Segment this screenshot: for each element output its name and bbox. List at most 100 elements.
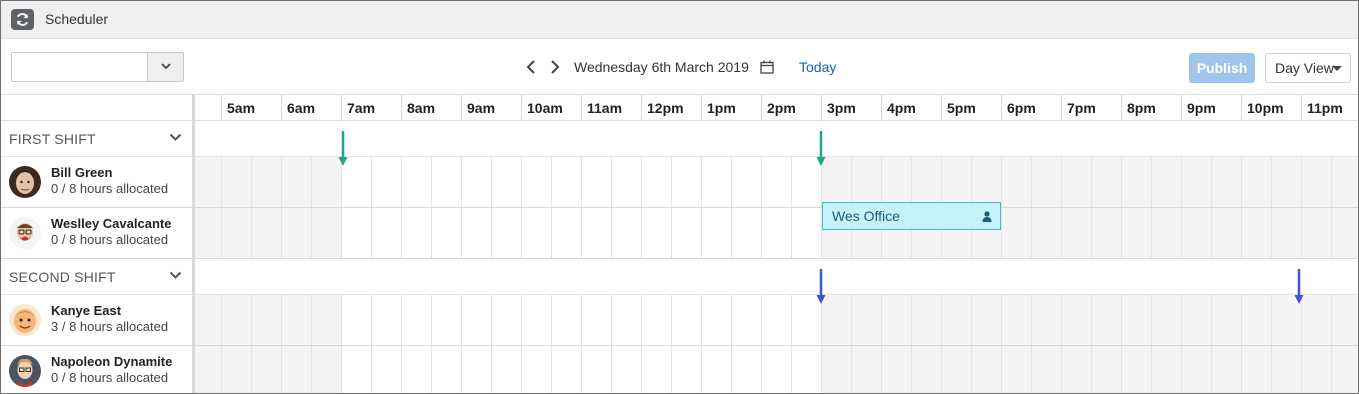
grid-line — [611, 346, 612, 393]
grid-line — [1121, 157, 1122, 207]
grid-line — [581, 295, 582, 345]
employee-name: Kanye East — [51, 303, 122, 318]
shift-group-row: SECOND SHIFT — [1, 259, 1358, 295]
grid-line — [761, 157, 762, 207]
today-button[interactable]: Today — [799, 59, 836, 75]
chevron-down-icon[interactable] — [169, 271, 182, 280]
hour-label: 8am — [407, 100, 436, 116]
shift-timeline[interactable] — [195, 259, 1358, 294]
hour-label: 5pm — [947, 100, 976, 116]
grid-line — [1091, 346, 1092, 393]
avatar — [9, 217, 41, 249]
schedule-grid: 5am 6am 7am 8am 9am 10am 11am 12pm 1pm 2pm 3pm 4pm 5… — [1, 94, 1358, 393]
toolbar: Wednesday 6th March 2019 Today Publish D… — [1, 39, 1358, 94]
chevron-down-icon[interactable] — [169, 133, 182, 142]
grid-line — [461, 346, 462, 393]
hour-divider — [581, 95, 582, 121]
employee-timeline[interactable] — [195, 157, 1358, 207]
grid-line — [251, 346, 252, 393]
grid-line — [461, 208, 462, 258]
shift-group-label: FIRST SHIFT — [9, 131, 96, 147]
grid-line — [1181, 208, 1182, 258]
grid-line — [311, 295, 312, 345]
off-hours-shade — [821, 295, 1358, 345]
assigned-shift-block[interactable]: Wes Office — [822, 202, 1001, 230]
chevron-down-icon[interactable] — [147, 53, 183, 81]
hour-label: 6pm — [1007, 100, 1036, 116]
grid-line — [791, 208, 792, 258]
hour-divider — [821, 95, 822, 121]
grid-line — [221, 295, 222, 345]
hour-label: 10pm — [1247, 100, 1284, 116]
grid-line — [491, 346, 492, 393]
grid-line — [761, 346, 762, 393]
grid-line — [1301, 208, 1302, 258]
grid-line — [821, 346, 822, 393]
hour-label: 2pm — [767, 100, 796, 116]
hour-divider — [1061, 95, 1062, 121]
hour-divider — [1121, 95, 1122, 121]
chevron-right-icon — [551, 60, 560, 74]
hour-divider — [221, 95, 222, 121]
avatar — [9, 166, 41, 198]
grid-line — [1001, 157, 1002, 207]
employee-timeline[interactable] — [195, 208, 1358, 258]
shift-block-label: Wes Office — [832, 208, 900, 224]
grid-line — [761, 295, 762, 345]
filter-select[interactable] — [11, 52, 184, 82]
shift-end-marker — [816, 131, 826, 166]
grid-line — [521, 295, 522, 345]
grid-line — [221, 157, 222, 207]
previous-day-button[interactable] — [525, 59, 537, 75]
next-day-button[interactable] — [549, 59, 561, 75]
grid-line — [611, 295, 612, 345]
grid-line — [611, 157, 612, 207]
user-icon — [982, 211, 992, 222]
shift-timeline[interactable] — [195, 121, 1358, 156]
grid-line — [1121, 346, 1122, 393]
off-hours-shade — [195, 295, 341, 345]
grid-line — [701, 157, 702, 207]
hour-divider — [521, 95, 522, 121]
view-select[interactable]: Day View — [1265, 53, 1351, 83]
grid-line — [461, 157, 462, 207]
publish-button[interactable]: Publish — [1189, 53, 1255, 83]
grid-line — [221, 208, 222, 258]
grid-line — [1241, 346, 1242, 393]
grid-line — [1061, 295, 1062, 345]
employee-timeline[interactable] — [195, 346, 1358, 393]
employee-timeline[interactable] — [195, 295, 1358, 345]
shift-start-marker — [816, 269, 826, 304]
grid-line — [551, 295, 552, 345]
grid-line — [911, 157, 912, 207]
hour-label: 8pm — [1127, 100, 1156, 116]
grid-line — [641, 157, 642, 207]
grid-line — [341, 295, 342, 345]
chevron-left-icon — [526, 60, 535, 74]
calendar-icon[interactable] — [760, 60, 774, 79]
grid-line — [911, 295, 912, 345]
employee-name: Napoleon Dynamite — [51, 354, 173, 369]
off-hours-shade — [821, 346, 1358, 393]
grid-line — [971, 346, 972, 393]
employee-name: Weslley Cavalcante — [51, 216, 172, 231]
grid-line — [1091, 208, 1092, 258]
grid-line — [581, 346, 582, 393]
grid-line — [311, 157, 312, 207]
grid-line — [731, 295, 732, 345]
grid-line — [1151, 208, 1152, 258]
grid-line — [791, 346, 792, 393]
hour-divider — [941, 95, 942, 121]
grid-line — [701, 295, 702, 345]
grid-line — [1211, 157, 1212, 207]
hour-label: 1pm — [707, 100, 736, 116]
allocated-hours: 3 / 8 hours allocated — [51, 319, 169, 334]
hour-label: 6am — [287, 100, 316, 116]
hour-label: 10am — [527, 100, 563, 116]
sidebar-divider — [192, 94, 195, 393]
grid-line — [1031, 208, 1032, 258]
grid-line — [491, 295, 492, 345]
grid-line — [1181, 157, 1182, 207]
grid-line — [1331, 346, 1332, 393]
refresh-icon[interactable] — [11, 9, 34, 30]
